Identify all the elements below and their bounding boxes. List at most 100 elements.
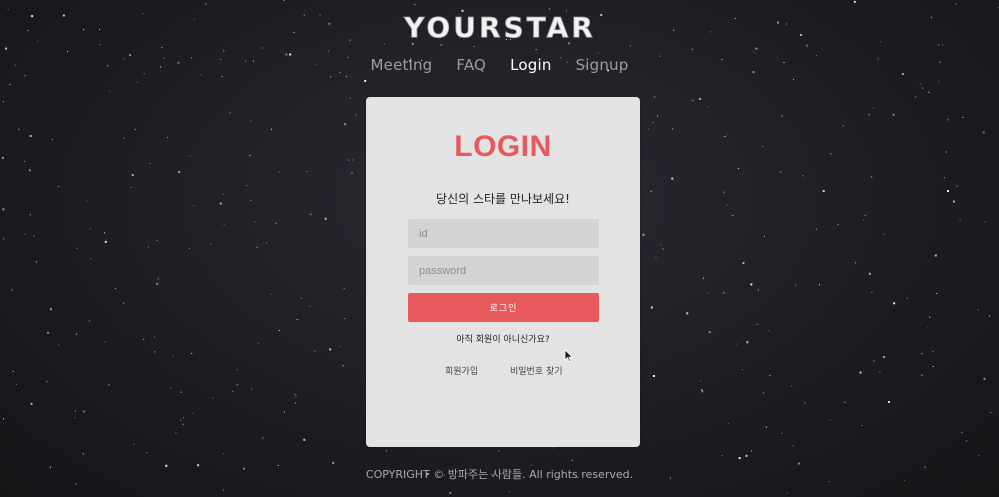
star bbox=[727, 133, 729, 135]
star bbox=[136, 81, 138, 83]
star bbox=[232, 390, 234, 392]
star bbox=[751, 450, 753, 452]
star bbox=[251, 388, 253, 390]
star bbox=[183, 417, 184, 419]
star bbox=[306, 171, 308, 172]
star bbox=[795, 284, 797, 286]
star bbox=[3, 418, 4, 420]
star bbox=[571, 459, 573, 461]
star bbox=[344, 123, 347, 126]
star bbox=[2, 208, 5, 211]
star bbox=[932, 350, 934, 352]
site-logo[interactable]: YOURSTAR bbox=[0, 8, 999, 48]
star bbox=[90, 258, 92, 260]
star bbox=[271, 128, 272, 130]
star bbox=[300, 297, 302, 299]
star bbox=[250, 199, 252, 201]
star bbox=[952, 200, 955, 203]
star bbox=[324, 217, 327, 220]
star bbox=[765, 426, 767, 428]
signup-link[interactable]: 회원가입 bbox=[445, 364, 478, 377]
star bbox=[278, 330, 280, 331]
star bbox=[768, 330, 770, 332]
star bbox=[961, 431, 963, 433]
star bbox=[686, 312, 689, 315]
star bbox=[104, 341, 106, 343]
star bbox=[108, 384, 110, 386]
star bbox=[223, 223, 225, 225]
star bbox=[343, 288, 345, 290]
star bbox=[180, 391, 182, 393]
star bbox=[11, 289, 13, 291]
star bbox=[745, 454, 748, 457]
star bbox=[893, 302, 896, 305]
star bbox=[339, 346, 341, 348]
star bbox=[182, 423, 184, 425]
star bbox=[797, 462, 800, 465]
star bbox=[738, 167, 740, 169]
star bbox=[535, 49, 537, 51]
star bbox=[104, 240, 107, 243]
star bbox=[156, 240, 158, 241]
password-input[interactable] bbox=[408, 256, 599, 285]
star bbox=[762, 392, 764, 394]
signup-prompt: 아직 회원이 아니신가요? bbox=[456, 335, 550, 345]
star bbox=[332, 461, 335, 464]
star bbox=[82, 410, 85, 413]
star bbox=[24, 233, 26, 235]
star bbox=[691, 48, 693, 50]
login-button[interactable]: 로그인 bbox=[408, 293, 599, 322]
star bbox=[791, 385, 793, 387]
logo-wordmark: YOURSTAR bbox=[402, 11, 596, 44]
star bbox=[24, 75, 26, 77]
star bbox=[735, 343, 737, 345]
star bbox=[3, 238, 4, 240]
nav-item-faq[interactable]: FAQ bbox=[456, 56, 486, 74]
star bbox=[883, 233, 885, 235]
star bbox=[662, 248, 664, 250]
star bbox=[919, 83, 921, 85]
star bbox=[983, 377, 986, 380]
star bbox=[223, 489, 225, 491]
star bbox=[498, 450, 500, 452]
star bbox=[829, 419, 831, 421]
star bbox=[210, 243, 212, 245]
star bbox=[936, 293, 938, 294]
star bbox=[46, 381, 48, 383]
star bbox=[295, 396, 297, 398]
star bbox=[552, 447, 554, 449]
star bbox=[671, 177, 674, 180]
star bbox=[329, 348, 332, 351]
nav-item-signup[interactable]: Signup bbox=[576, 56, 629, 74]
star bbox=[842, 125, 844, 127]
nav-item-login[interactable]: Login bbox=[510, 56, 551, 74]
star bbox=[344, 318, 346, 320]
star bbox=[781, 432, 783, 434]
star bbox=[29, 135, 32, 137]
star bbox=[830, 153, 832, 155]
star bbox=[802, 175, 804, 177]
star bbox=[364, 80, 367, 82]
star bbox=[781, 115, 783, 117]
star bbox=[250, 120, 252, 122]
star bbox=[707, 106, 709, 108]
star bbox=[278, 171, 280, 173]
star bbox=[58, 186, 60, 187]
star bbox=[726, 204, 728, 206]
logo-text: YOURSTAR bbox=[403, 11, 596, 44]
id-input[interactable] bbox=[408, 219, 599, 248]
star bbox=[29, 214, 31, 216]
main-nav: Meeting FAQ Login Signup bbox=[0, 56, 999, 74]
nav-item-meeting[interactable]: Meeting bbox=[371, 56, 433, 74]
star bbox=[67, 50, 69, 52]
star bbox=[977, 309, 979, 311]
find-password-link[interactable]: 비밀번호 찾기 bbox=[510, 364, 563, 377]
star bbox=[327, 50, 329, 52]
star bbox=[742, 262, 745, 265]
star bbox=[892, 113, 895, 116]
star bbox=[123, 137, 125, 139]
star bbox=[180, 419, 182, 421]
star bbox=[342, 365, 344, 367]
star bbox=[148, 246, 149, 248]
star bbox=[650, 306, 653, 309]
